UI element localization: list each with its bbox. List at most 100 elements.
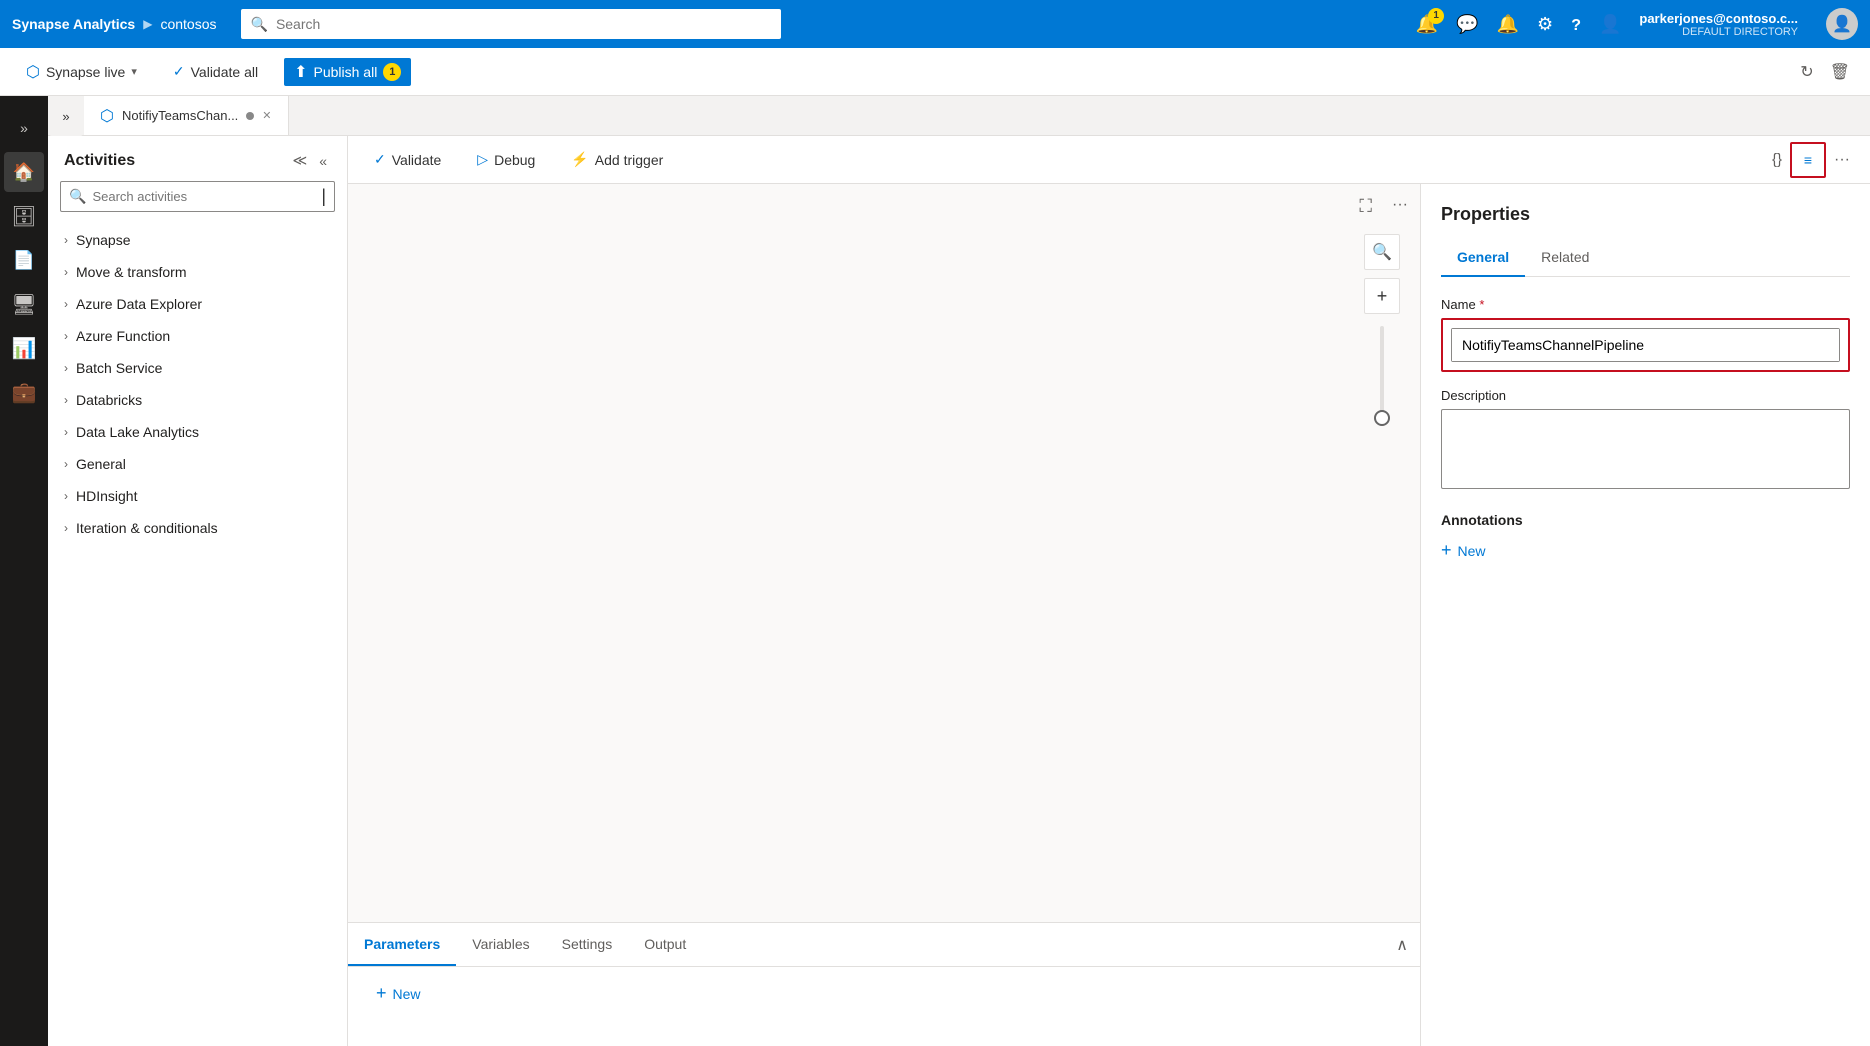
publish-all-button[interactable]: ⬆ Publish all 1 bbox=[284, 58, 411, 86]
name-field-label: Name * bbox=[1441, 297, 1850, 312]
second-toolbar: ⬡ Synapse live ▾ ✓ Validate all ⬆ Publis… bbox=[0, 48, 1870, 96]
activity-group-iteration-conditionals[interactable]: › Iteration & conditionals bbox=[48, 512, 347, 544]
zoom-search-icon: 🔍 bbox=[1372, 242, 1392, 262]
sidebar-item-data[interactable]: 🗄 bbox=[4, 196, 44, 236]
activities-search-box[interactable]: 🔍 | bbox=[60, 181, 335, 212]
help-button[interactable]: ? bbox=[1571, 14, 1581, 35]
double-chevron-icon: » bbox=[62, 109, 69, 124]
publish-icon: ⬆ bbox=[294, 62, 307, 82]
search-box[interactable]: 🔍 bbox=[241, 9, 781, 39]
brand-label: Synapse Analytics bbox=[12, 16, 135, 32]
activity-group-data-lake-analytics[interactable]: › Data Lake Analytics bbox=[48, 416, 347, 448]
collapse-bottom-button[interactable]: ∧ bbox=[1384, 923, 1420, 966]
validate-icon: ✓ bbox=[173, 63, 185, 80]
bottom-content: + New bbox=[348, 966, 1420, 1046]
settings-button[interactable]: ⚙ bbox=[1537, 14, 1553, 35]
canvas-toolbar-right: {} ≡ ··· bbox=[1768, 142, 1854, 178]
debug-button[interactable]: ▷ Debug bbox=[467, 147, 545, 172]
avatar[interactable]: 👤 bbox=[1826, 8, 1858, 40]
bottom-tab-variables[interactable]: Variables bbox=[456, 923, 545, 966]
sidebar-item-integrate[interactable]: 🖥 bbox=[4, 284, 44, 324]
description-field-label: Description bbox=[1441, 388, 1850, 403]
bottom-tab-parameters[interactable]: Parameters bbox=[348, 923, 456, 966]
activity-group-batch-service[interactable]: › Batch Service bbox=[48, 352, 347, 384]
data-icon: 🗄 bbox=[11, 204, 36, 229]
prop-tab-general[interactable]: General bbox=[1441, 241, 1525, 277]
bottom-tab-output[interactable]: Output bbox=[628, 923, 702, 966]
develop-icon: 📄 bbox=[13, 250, 35, 271]
ellipsis-icon: ··· bbox=[1392, 196, 1408, 213]
trash-button[interactable]: 🗑 bbox=[1826, 58, 1854, 86]
activity-group-label: Batch Service bbox=[76, 360, 162, 376]
sidebar-item-monitor[interactable]: 📊 bbox=[4, 328, 44, 368]
sidebar-collapse-button[interactable]: » bbox=[4, 108, 44, 148]
new-parameter-button[interactable]: + New bbox=[368, 979, 429, 1008]
person-button[interactable]: 👤 bbox=[1599, 14, 1621, 35]
synapse-live-dropdown[interactable]: ⬡ Synapse live ▾ bbox=[16, 58, 147, 86]
activity-group-move-transform[interactable]: › Move & transform bbox=[48, 256, 347, 288]
add-trigger-button[interactable]: ⚡ Add trigger bbox=[561, 147, 673, 172]
user-directory: DEFAULT DIRECTORY bbox=[1682, 26, 1798, 38]
zoom-search-button[interactable]: 🔍 bbox=[1364, 234, 1400, 270]
activity-group-label: General bbox=[76, 456, 126, 472]
tab-close-button[interactable]: ✕ bbox=[262, 109, 271, 122]
validate-all-label: Validate all bbox=[191, 64, 258, 80]
properties-panel-button[interactable]: ≡ bbox=[1790, 142, 1826, 178]
manage-icon: 💼 bbox=[12, 380, 37, 405]
expand-icon: ⛶ bbox=[1359, 196, 1372, 216]
close-panel-button[interactable]: « bbox=[315, 148, 331, 173]
collapse-all-button[interactable]: ≪ bbox=[289, 148, 312, 173]
canvas-more-options-button[interactable]: ··· bbox=[1392, 196, 1408, 214]
dropdown-chevron-icon: ▾ bbox=[131, 65, 137, 78]
validate-check-icon: ✓ bbox=[374, 151, 386, 168]
activity-group-label: Azure Data Explorer bbox=[76, 296, 202, 312]
monitor-icon: 📊 bbox=[12, 336, 37, 361]
zoom-slider-thumb[interactable] bbox=[1374, 410, 1390, 426]
tab-sidebar-toggle[interactable]: » bbox=[48, 96, 84, 136]
canvas-toolbar: ✓ Validate ▷ Debug ⚡ Add trigger {} ≡ bbox=[348, 136, 1870, 184]
prop-tab-related[interactable]: Related bbox=[1525, 241, 1605, 277]
expand-canvas-button[interactable]: ⛶ bbox=[1359, 196, 1372, 217]
refresh-icon: ↻ bbox=[1800, 64, 1813, 81]
name-input[interactable] bbox=[1452, 329, 1839, 361]
user-name: parkerjones@contoso.c... bbox=[1639, 11, 1798, 26]
chevron-right-icon: › bbox=[64, 233, 68, 247]
pipeline-tab[interactable]: ⬡ NotifiyTeamsChan... ✕ bbox=[84, 96, 289, 135]
search-input[interactable] bbox=[276, 16, 771, 32]
activity-group-hdinsight[interactable]: › HDInsight bbox=[48, 480, 347, 512]
synapse-live-label: Synapse live bbox=[46, 64, 125, 80]
canvas-body[interactable]: ⛶ ··· 🔍 + bbox=[348, 184, 1420, 1046]
chevron-right-icon: › bbox=[64, 457, 68, 471]
integrate-icon: 🖥 bbox=[11, 292, 36, 317]
search-activities-input[interactable] bbox=[92, 189, 315, 204]
content-area: » ⬡ NotifiyTeamsChan... ✕ Activities ≪ « bbox=[48, 96, 1870, 1046]
topbar: Synapse Analytics ▶ contosos 🔍 🔔 1 💬 🔔 ⚙… bbox=[0, 0, 1870, 48]
activity-group-azure-data-explorer[interactable]: › Azure Data Explorer bbox=[48, 288, 347, 320]
activities-list: › Synapse › Move & transform › Azure Dat… bbox=[48, 220, 347, 1046]
messages-button[interactable]: 💬 bbox=[1456, 14, 1478, 35]
code-brackets-button[interactable]: {} bbox=[1768, 147, 1786, 172]
name-input-container bbox=[1451, 328, 1840, 362]
sidebar-item-home[interactable]: 🏠 bbox=[4, 152, 44, 192]
validate-all-button[interactable]: ✓ Validate all bbox=[163, 59, 268, 84]
notification-button[interactable]: 🔔 1 bbox=[1416, 14, 1438, 35]
sidebar-item-manage[interactable]: 💼 bbox=[4, 372, 44, 412]
search-activities-icon: 🔍 bbox=[69, 188, 86, 205]
cursor-indicator: | bbox=[321, 186, 326, 207]
sidebar-item-develop[interactable]: 📄 bbox=[4, 240, 44, 280]
new-annotation-button[interactable]: + New bbox=[1441, 536, 1850, 565]
activity-group-databricks[interactable]: › Databricks bbox=[48, 384, 347, 416]
bottom-tab-settings[interactable]: Settings bbox=[546, 923, 629, 966]
toolbar2-right: ↻ 🗑 bbox=[1796, 58, 1854, 86]
prop-tab-label: Related bbox=[1541, 249, 1589, 265]
validate-button[interactable]: ✓ Validate bbox=[364, 147, 451, 172]
zoom-add-button[interactable]: + bbox=[1364, 278, 1400, 314]
alerts-button[interactable]: 🔔 bbox=[1497, 14, 1519, 35]
activity-group-general[interactable]: › General bbox=[48, 448, 347, 480]
tab-unsaved-dot bbox=[246, 112, 254, 120]
activity-group-synapse[interactable]: › Synapse bbox=[48, 224, 347, 256]
description-input[interactable] bbox=[1441, 409, 1850, 489]
canvas-more-button[interactable]: ··· bbox=[1830, 147, 1854, 173]
activity-group-azure-function[interactable]: › Azure Function bbox=[48, 320, 347, 352]
refresh-button[interactable]: ↻ bbox=[1796, 58, 1817, 86]
